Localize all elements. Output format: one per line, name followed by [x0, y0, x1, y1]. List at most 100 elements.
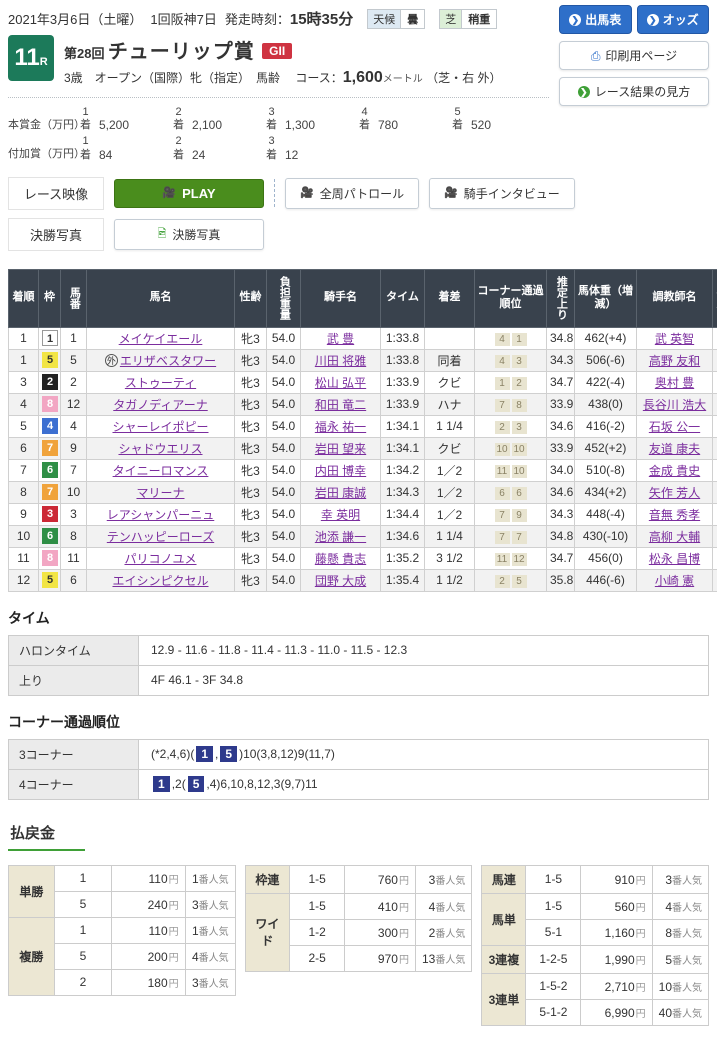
- trainer-link[interactable]: 音無 秀孝: [649, 508, 700, 522]
- horse-link[interactable]: エイシンピクセル: [112, 574, 208, 588]
- jockey-link[interactable]: 岩田 望来: [315, 442, 366, 456]
- jockey-interview-button[interactable]: 🎥 騎手インタビュー: [429, 178, 575, 209]
- horse-number: 8: [61, 525, 87, 547]
- payout-favorite: 3番人気: [185, 969, 235, 995]
- last-3f: 34.8: [547, 525, 575, 547]
- jockey-cell: 松山 弘平: [301, 371, 381, 393]
- finish-photo-button[interactable]: 🖻 決勝写真: [114, 219, 264, 250]
- yen-unit: 円: [399, 955, 409, 966]
- corner-position-box: 7: [495, 531, 510, 544]
- horse-link[interactable]: マリーナ: [136, 486, 184, 500]
- prize-rank-suffix: 着: [80, 119, 91, 132]
- trainer-link[interactable]: 松永 昌博: [649, 552, 700, 566]
- waku-badge: 6: [42, 528, 58, 544]
- jockey-link[interactable]: 岩田 康誠: [315, 486, 366, 500]
- entry-table-button[interactable]: ❯ 出馬表: [559, 5, 632, 34]
- favorite-suffix: 番人気: [435, 903, 465, 914]
- prize-rank-suffix: 着: [452, 119, 463, 132]
- prize-rank-number: 1: [82, 106, 88, 119]
- finish-position: 1: [9, 327, 39, 349]
- margin: クビ: [425, 371, 475, 393]
- trainer-link[interactable]: 友道 康夫: [649, 442, 700, 456]
- trainer-cell: 長谷川 浩大: [637, 393, 713, 415]
- horse-link[interactable]: パリコノユメ: [124, 552, 196, 566]
- horse-weight: 422(-4): [575, 371, 637, 393]
- margin: 1 1/4: [425, 415, 475, 437]
- play-video-button[interactable]: 🎥 PLAY: [114, 179, 264, 208]
- corner-order-row: 3コーナー(*2,4,6)(1,5)10(3,8,12)9(11,7): [9, 739, 709, 769]
- trainer-link[interactable]: 武 英智: [655, 332, 694, 346]
- odds-button[interactable]: ❯ オッズ: [637, 5, 710, 34]
- patrol-video-button[interactable]: 🎥 全周パトロール: [285, 178, 419, 209]
- jockey-link[interactable]: 和田 竜二: [315, 398, 366, 412]
- jockey-link[interactable]: 武 豊: [327, 332, 354, 346]
- horse-name-cell: ストゥーティ: [87, 371, 235, 393]
- horse-link[interactable]: テンハッピーローズ: [107, 530, 214, 544]
- jockey-link[interactable]: 松山 弘平: [315, 376, 366, 390]
- jockey-link[interactable]: 団野 大成: [315, 574, 366, 588]
- prize-amount: 520: [471, 118, 491, 132]
- trainer-link[interactable]: 金成 貴史: [649, 464, 700, 478]
- horse-link[interactable]: シャドウエリス: [118, 442, 202, 456]
- horse-link[interactable]: タガノディアーナ: [113, 398, 207, 412]
- prize-rank-suffix: 着: [266, 149, 277, 162]
- horse-weight: 446(-6): [575, 569, 637, 591]
- payout-combination: 1-2: [289, 919, 344, 945]
- jockey-link[interactable]: 内田 博幸: [315, 464, 366, 478]
- payout-combination: 1: [54, 917, 111, 943]
- prize-rank-number: 1: [82, 135, 88, 148]
- corner-position-box: 11: [495, 465, 510, 478]
- prize-item: 1着84: [80, 135, 173, 161]
- trainer-link[interactable]: 小崎 憲: [655, 574, 694, 588]
- sex-age: 牝3: [235, 481, 267, 503]
- horse-link[interactable]: タイニーロマンス: [113, 464, 209, 478]
- horse-link[interactable]: メイケイエール: [119, 332, 203, 346]
- results-column-header: 性齢: [235, 269, 267, 327]
- prize-rank: 2着: [173, 106, 184, 132]
- favorite-suffix: 番人気: [199, 979, 229, 990]
- jockey-link[interactable]: 川田 将雅: [315, 354, 366, 368]
- corner-pos-cell: 1112: [475, 547, 547, 569]
- jockey-link[interactable]: 藤懸 貴志: [315, 552, 366, 566]
- finish-time: 1:34.1: [381, 437, 425, 459]
- jockey-link[interactable]: 池添 謙一: [315, 530, 366, 544]
- horse-link[interactable]: ストゥーティ: [125, 376, 196, 390]
- payout-amount: 180円: [112, 969, 185, 995]
- trainer-link[interactable]: 長谷川 浩大: [643, 398, 706, 412]
- trainer-link[interactable]: 矢作 芳人: [649, 486, 700, 500]
- jockey-link[interactable]: 福永 祐一: [315, 420, 366, 434]
- horse-link[interactable]: エリザベスタワー: [120, 354, 216, 368]
- payout-favorite: 5番人気: [652, 945, 708, 973]
- payout-favorite: 4番人気: [652, 893, 708, 919]
- favorite-suffix: 番人気: [199, 901, 229, 912]
- carried-weight: 54.0: [267, 349, 301, 371]
- trainer-link[interactable]: 奥村 豊: [655, 376, 694, 390]
- corner-position-box: 7: [495, 399, 510, 412]
- trainer-link[interactable]: 高野 友和: [649, 354, 700, 368]
- finish-time: 1:33.8: [381, 327, 425, 349]
- yen-unit: 円: [169, 875, 179, 886]
- horse-link[interactable]: シャーレイポピー: [112, 420, 208, 434]
- corner-position-box: 7: [495, 509, 510, 522]
- jockey-link[interactable]: 幸 英明: [321, 508, 360, 522]
- prize-amount: 84: [99, 148, 112, 162]
- last-3f: 34.7: [547, 547, 575, 569]
- horse-number: 1: [61, 327, 87, 349]
- trainer-link[interactable]: 石坂 公一: [649, 420, 700, 434]
- result-row: 111メイケイエール牝354.0武 豊1:33.84134.8462(+4)武 …: [9, 327, 717, 349]
- race-date: 2021年3月6日（土曜）: [8, 9, 142, 28]
- jockey-cell: 団野 大成: [301, 569, 381, 591]
- trainer-link[interactable]: 高柳 大輔: [649, 530, 700, 544]
- arrow-circle-icon: ❯: [647, 14, 659, 26]
- last-3f: 35.8: [547, 569, 575, 591]
- print-page-button[interactable]: ⎙ 印刷用ページ: [559, 41, 709, 70]
- results-header-row: 着順枠馬番馬名性齢負担重量騎手名タイム着差コーナー通過順位推定上り馬体重（増減）…: [9, 269, 717, 327]
- horse-link[interactable]: レアシャンパーニュ: [107, 508, 215, 522]
- track-label: 芝: [440, 10, 462, 28]
- time-table: ハロンタイム 12.9 - 11.6 - 11.8 - 11.4 - 11.3 …: [8, 635, 709, 696]
- result-row: 544シャーレイポピー牝354.0福永 祐一1:34.11 1/42334.64…: [9, 415, 717, 437]
- payout-tables: 単勝1110円1番人気5240円3番人気複勝1110円1番人気5200円4番人気…: [8, 865, 709, 1026]
- meeting-info: 1回阪神7日: [150, 9, 216, 28]
- result-guide-button[interactable]: ❯ レース結果の見方: [559, 77, 709, 106]
- results-table: 着順枠馬番馬名性齢負担重量騎手名タイム着差コーナー通過順位推定上り馬体重（増減）…: [8, 269, 717, 592]
